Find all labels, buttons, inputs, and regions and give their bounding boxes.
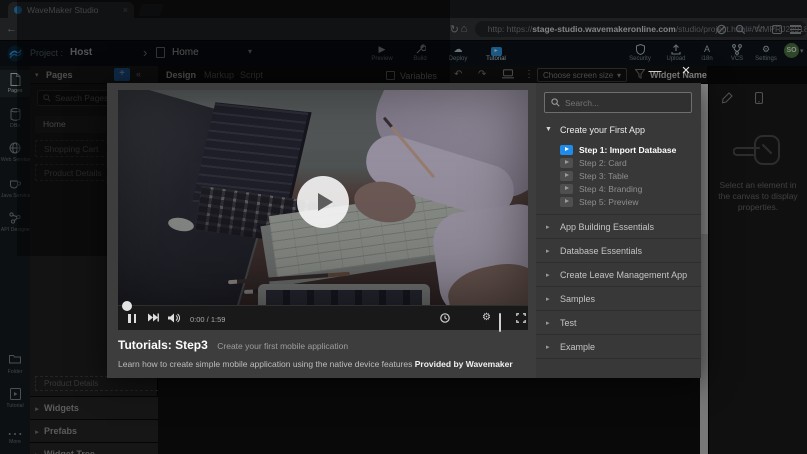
video-thumbnail bbox=[118, 90, 528, 305]
tutorial-search-input[interactable] bbox=[565, 98, 675, 108]
video-time: 0:00 / 1:59 bbox=[190, 315, 225, 324]
modal-close-button[interactable]: × bbox=[676, 62, 696, 79]
caret-right-icon: ▸ bbox=[546, 319, 550, 327]
fullscreen-icon[interactable] bbox=[516, 313, 526, 323]
tutorial-step-4[interactable]: Step 4: Branding bbox=[560, 182, 700, 195]
next-icon[interactable] bbox=[148, 313, 159, 322]
theater-mode-icon[interactable] bbox=[499, 314, 501, 332]
video-player[interactable]: 0:00 / 1:59 ⚙ bbox=[118, 90, 528, 330]
video-caption: Tutorials: Step3 Create your first mobil… bbox=[118, 336, 528, 369]
tutorial-tree-panel: ▼ Create your First App Step 1: Import D… bbox=[536, 83, 701, 378]
video-step-icon bbox=[560, 171, 573, 181]
tutorial-step-5[interactable]: Step 5: Preview bbox=[560, 195, 700, 208]
video-title: Tutorials: Step3 bbox=[118, 338, 208, 352]
caret-right-icon: ▸ bbox=[546, 295, 550, 303]
player-settings-icon[interactable]: ⚙ bbox=[482, 313, 491, 323]
tutorial-step-1[interactable]: Step 1: Import Database bbox=[560, 143, 700, 156]
caret-expanded-icon: ▼ bbox=[545, 126, 552, 133]
video-step-icon bbox=[560, 197, 573, 207]
video-step-icon bbox=[560, 184, 573, 194]
caret-right-icon: ▸ bbox=[546, 247, 550, 255]
video-controls: 0:00 / 1:59 ⚙ bbox=[118, 305, 528, 330]
tree-section-leave-management[interactable]: ▸ Create Leave Management App bbox=[536, 262, 701, 286]
search-icon bbox=[551, 98, 560, 107]
tree-section-expanded[interactable]: ▼ Create your First App bbox=[536, 123, 701, 139]
tutorial-step-2[interactable]: Step 2: Card bbox=[560, 156, 700, 169]
modal-minimize-button[interactable]: — bbox=[645, 63, 665, 78]
video-step-icon bbox=[560, 158, 573, 168]
screen: WaveMaker Studio × ← → ↻ ⌂ http: https:/… bbox=[0, 0, 807, 454]
video-subtitle: Create your first mobile application bbox=[217, 341, 348, 351]
caret-right-icon: ▸ bbox=[546, 271, 550, 279]
tree-section-app-building[interactable]: ▸ App Building Essentials bbox=[536, 214, 701, 238]
tree-section-test[interactable]: ▸ Test bbox=[536, 310, 701, 334]
volume-icon[interactable] bbox=[168, 313, 181, 323]
provider-label: Provided by Wavemaker bbox=[415, 359, 513, 369]
tree-section-example[interactable]: ▸ Example bbox=[536, 334, 701, 358]
video-step-icon bbox=[560, 145, 573, 155]
tutorial-step-3[interactable]: Step 3: Table bbox=[560, 169, 700, 182]
caret-right-icon: ▸ bbox=[546, 223, 550, 231]
tutorial-search[interactable] bbox=[544, 92, 692, 113]
pause-icon[interactable] bbox=[128, 314, 136, 323]
video-description: Learn how to create simple mobile applic… bbox=[118, 359, 528, 369]
tree-section-samples[interactable]: ▸ Samples bbox=[536, 286, 701, 310]
caret-right-icon: ▸ bbox=[546, 343, 550, 351]
video-play-button[interactable] bbox=[297, 176, 349, 228]
tree-section-database[interactable]: ▸ Database Essentials bbox=[536, 238, 701, 262]
progress-scrubber[interactable] bbox=[122, 301, 132, 311]
watch-later-icon[interactable] bbox=[440, 313, 450, 323]
tutorial-modal: 0:00 / 1:59 ⚙ Tutorials: Step3 Create yo… bbox=[107, 83, 701, 378]
